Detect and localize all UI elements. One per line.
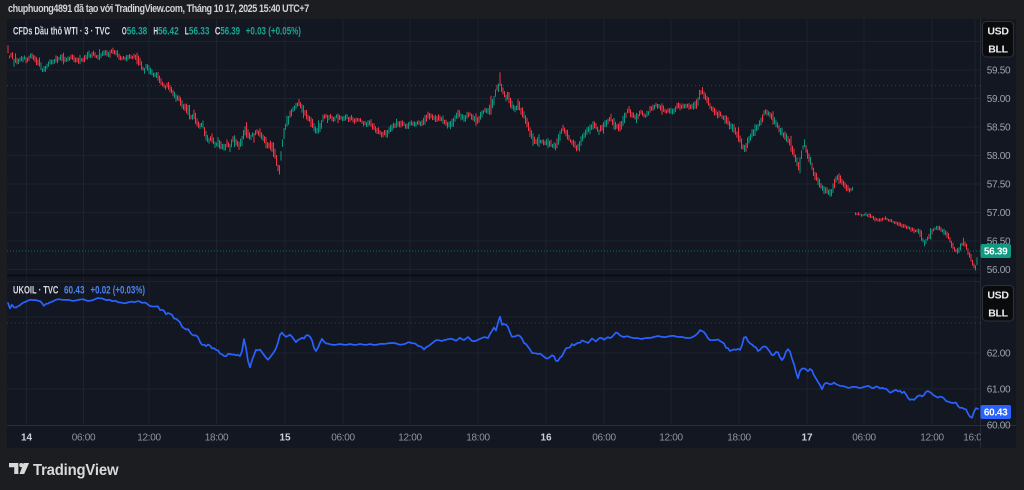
svg-text:+0.02 (+0.03%): +0.02 (+0.03%): [91, 285, 146, 297]
svg-text:17: 17: [801, 433, 813, 444]
svg-text:12:00: 12:00: [398, 433, 422, 444]
svg-text:56.42: 56.42: [158, 26, 179, 38]
svg-text:USD: USD: [987, 26, 1009, 38]
svg-text:+0.03 (+0.05%): +0.03 (+0.05%): [246, 26, 302, 38]
svg-text:16: 16: [540, 433, 552, 444]
svg-text:59.50: 59.50: [987, 66, 1011, 77]
svg-text:UKOIL · TVC: UKOIL · TVC: [13, 285, 58, 297]
svg-text:BLL: BLL: [988, 307, 1008, 319]
svg-text:56.39: 56.39: [220, 26, 240, 38]
svg-text:06:00: 06:00: [331, 433, 355, 444]
svg-text:59.00: 59.00: [987, 94, 1011, 105]
svg-text:58.50: 58.50: [987, 123, 1011, 134]
svg-text:18:00: 18:00: [205, 433, 229, 444]
svg-text:12:00: 12:00: [137, 433, 161, 444]
svg-text:60.43: 60.43: [984, 408, 1008, 419]
svg-text:18:00: 18:00: [727, 433, 751, 444]
svg-text:56.38: 56.38: [127, 26, 148, 38]
svg-text:12:00: 12:00: [659, 433, 683, 444]
svg-text:57.00: 57.00: [987, 208, 1011, 219]
svg-text:15: 15: [279, 433, 291, 444]
svg-text:60.00: 60.00: [987, 421, 1011, 432]
svg-text:18:00: 18:00: [466, 433, 490, 444]
svg-text:USD: USD: [987, 290, 1009, 302]
svg-text:57.50: 57.50: [987, 180, 1011, 191]
svg-text:BLL: BLL: [988, 43, 1008, 55]
svg-text:61.00: 61.00: [987, 385, 1011, 396]
svg-text:60.43: 60.43: [64, 285, 85, 297]
svg-text:06:00: 06:00: [592, 433, 616, 444]
svg-text:CFDs Dầu thô WTI · 3 · TVC: CFDs Dầu thô WTI · 3 · TVC: [13, 26, 110, 38]
svg-text:56.33: 56.33: [189, 26, 210, 38]
svg-text:58.00: 58.00: [987, 151, 1011, 162]
svg-text:56.39: 56.39: [984, 247, 1008, 258]
svg-text:06:00: 06:00: [852, 433, 876, 444]
svg-text:06:00: 06:00: [72, 433, 96, 444]
svg-text:56.00: 56.00: [987, 265, 1011, 276]
svg-text:12:00: 12:00: [920, 433, 944, 444]
svg-text:14: 14: [21, 433, 33, 444]
svg-text:62.00: 62.00: [987, 349, 1011, 360]
